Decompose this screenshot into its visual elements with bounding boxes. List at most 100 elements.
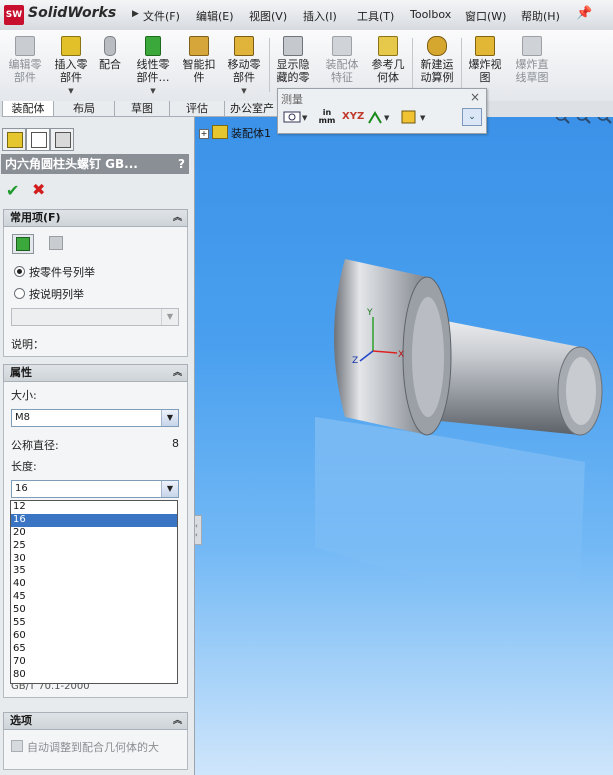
pushpin-icon[interactable]: 📌	[576, 6, 592, 21]
motion-study-gear-icon	[427, 36, 447, 56]
arc-circle-measure-icon[interactable]: ▼	[283, 108, 309, 126]
length-dropdown-list[interactable]: 12 16 20 25 30 35 40 45 50 55 60 65 70 8…	[10, 500, 178, 684]
list-item[interactable]: 70	[11, 656, 177, 669]
list-item[interactable]: 20	[11, 527, 177, 540]
chevron-down-icon[interactable]: ▼	[161, 481, 178, 497]
edit-part-button[interactable]: 编辑零 部件	[4, 34, 46, 96]
linear-pattern-icon	[145, 36, 161, 56]
radio-checked	[14, 266, 25, 277]
insert-part-button[interactable]: 插入零 部件 ▼	[50, 34, 92, 96]
favorites-group-header[interactable]: 常用项(F) ︽	[3, 209, 188, 227]
list-item[interactable]: 60	[11, 630, 177, 643]
assembly-features-button[interactable]: 装配体 特征	[320, 34, 364, 96]
tab-assembly[interactable]: 装配体	[2, 101, 54, 117]
svg-text:▼: ▼	[384, 114, 390, 122]
chevron-down-icon[interactable]: ▼	[161, 410, 178, 426]
menu-window[interactable]: 窗口(W)	[465, 8, 506, 24]
close-icon[interactable]: ×	[470, 90, 480, 104]
menu-view[interactable]: 视图(V)	[249, 8, 287, 24]
measure-dialog[interactable]: 测量 × ▼ in mm XYZ ▼ ▼ ⌄	[277, 88, 487, 134]
auto-size-checkbox[interactable]: 自动调整到配合几何体的大	[11, 739, 159, 755]
projection-icon[interactable]: ▼	[400, 108, 430, 126]
exploded-view-button[interactable]: 爆炸视图	[464, 34, 506, 96]
explode-line-sketch-button[interactable]: 爆炸直 线草图	[510, 34, 554, 96]
new-motion-study-button[interactable]: 新建运 动算例	[416, 34, 458, 96]
show-hidden-components-button[interactable]: 显示隐 藏的零	[272, 34, 314, 96]
ribbon-separator	[461, 38, 462, 92]
list-item[interactable]: 12	[11, 501, 177, 514]
menu-insert[interactable]: 插入(I)	[303, 8, 337, 24]
ok-button[interactable]: ✔	[6, 181, 19, 200]
list-item[interactable]: 65	[11, 643, 177, 656]
solidworks-logo[interactable]: SW SolidWorks	[2, 3, 127, 27]
svg-text:‹: ‹	[195, 531, 198, 539]
tab-layout[interactable]: 布局	[53, 101, 115, 117]
length-select[interactable]: 16 ▼	[11, 480, 179, 498]
list-by-part-number-radio[interactable]: 按零件号列举	[14, 264, 95, 280]
collapse-chevron-icon[interactable]: ︽	[173, 365, 182, 381]
panel-collapse-handle[interactable]: ‹ ‹	[194, 515, 202, 545]
tab-office-products[interactable]: 办公室产	[224, 101, 280, 117]
list-item[interactable]: 55	[11, 617, 177, 630]
configuration-icon	[55, 132, 71, 148]
model-reflection	[315, 417, 585, 587]
property-manager-icon	[31, 132, 47, 148]
checkbox-box	[11, 740, 23, 752]
favorite-select[interactable]: ▼	[11, 308, 179, 326]
list-item-selected[interactable]: 16	[11, 513, 177, 527]
list-item[interactable]: 35	[11, 565, 177, 578]
linear-component-pattern-button[interactable]: 线性零 部件… ▼	[130, 34, 176, 96]
tab-evaluate[interactable]: 评估	[169, 101, 225, 117]
cancel-button[interactable]: ✖	[32, 180, 45, 199]
property-manager-title: 内六角圆柱头螺钉 GB... ?	[1, 154, 189, 174]
tab-configuration-manager[interactable]	[50, 128, 74, 151]
menu-tools[interactable]: 工具(T)	[357, 8, 394, 24]
tab-sketch[interactable]: 草图	[114, 101, 170, 117]
edit-part-icon	[15, 36, 35, 56]
point-to-point-icon[interactable]: ▼	[366, 108, 394, 126]
menu-file[interactable]: 文件(F)	[143, 8, 180, 24]
smart-fasteners-button[interactable]: 智能扣件	[178, 34, 220, 96]
list-item[interactable]: 25	[11, 540, 177, 553]
show-hidden-icon	[283, 36, 303, 56]
chevron-down-icon[interactable]: ▼	[161, 309, 178, 325]
list-item[interactable]: 40	[11, 578, 177, 591]
expand-chevron-icon[interactable]: ⌄	[462, 108, 482, 126]
help-icon[interactable]: ?	[178, 154, 185, 174]
list-item[interactable]: 45	[11, 591, 177, 604]
collapse-chevron-icon[interactable]: ︽	[173, 713, 182, 729]
move-component-button[interactable]: 移动零 部件 ▼	[222, 34, 266, 96]
xyz-measure-icon[interactable]: XYZ	[342, 108, 364, 126]
units-precision-icon[interactable]: in mm	[316, 108, 338, 127]
feature-tree-icon	[7, 132, 23, 148]
nominal-diameter-value: 8	[172, 437, 179, 450]
screw-head[interactable]	[334, 259, 452, 436]
collapse-chevron-icon[interactable]: ︽	[173, 210, 182, 226]
reference-geometry-button[interactable]: 参考几 何体	[367, 34, 409, 96]
menu-edit[interactable]: 编辑(E)	[196, 8, 234, 24]
mate-paperclip-icon	[104, 36, 116, 56]
dropdown-arrow-icon[interactable]: ▼	[150, 85, 155, 98]
graphics-area[interactable]: + 装配体1 Y X Z	[195, 117, 613, 775]
logo-menu-arrow-icon[interactable]: ▶	[132, 9, 139, 19]
add-favorite-icon[interactable]	[12, 234, 34, 254]
description-label: 说明：	[11, 338, 44, 351]
ribbon-separator	[269, 38, 270, 92]
menu-help[interactable]: 帮助(H)	[521, 8, 560, 24]
list-item[interactable]: 50	[11, 604, 177, 617]
tab-property-manager[interactable]	[26, 128, 50, 151]
size-select[interactable]: M8 ▼	[11, 409, 179, 427]
options-group-header[interactable]: 选项 ︽	[3, 712, 188, 730]
menu-bar: SW SolidWorks ▶ 文件(F) 编辑(E) 视图(V) 插入(I) …	[0, 0, 613, 31]
smart-fastener-icon	[189, 36, 209, 56]
list-item[interactable]: 30	[11, 553, 177, 566]
remove-favorite-icon[interactable]	[46, 234, 66, 252]
tab-feature-manager[interactable]	[2, 128, 26, 151]
mate-button[interactable]: 配合	[95, 34, 125, 96]
dropdown-arrow-icon[interactable]: ▼	[241, 85, 246, 98]
list-by-description-radio[interactable]: 按说明列举	[14, 286, 84, 302]
dropdown-arrow-icon[interactable]: ▼	[68, 85, 73, 98]
menu-toolbox[interactable]: Toolbox	[410, 8, 451, 21]
properties-group-header[interactable]: 属性 ︽	[3, 364, 188, 382]
list-item[interactable]: 80	[11, 669, 177, 682]
